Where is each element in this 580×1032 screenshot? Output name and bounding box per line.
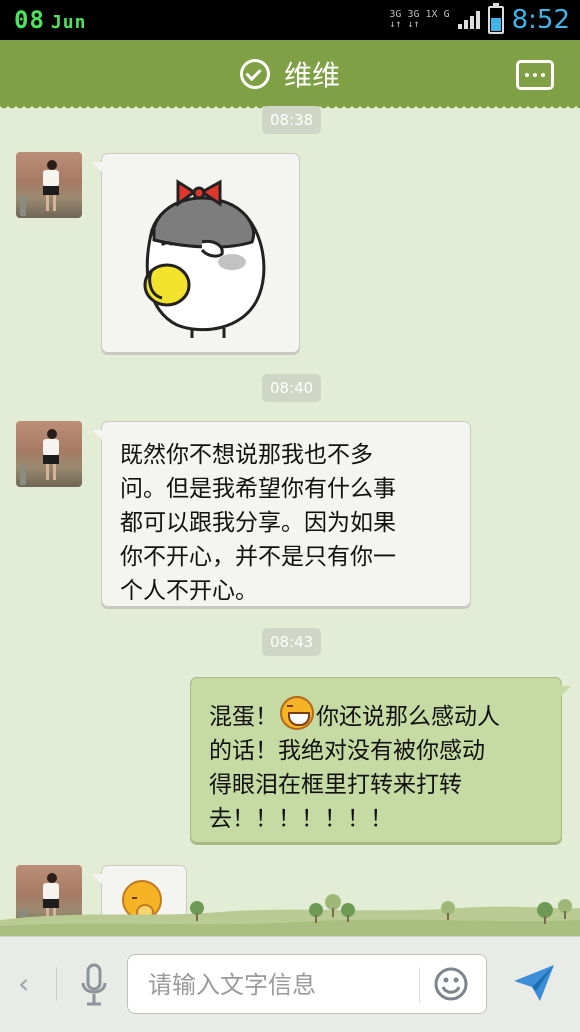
message-text: 既然你不想说那我也不多 问。但是我希望你有什么事 都可以跟我分享。因为如果 你不…: [120, 438, 452, 608]
network-type-icon: 3G 3G 1X G ↓↑ ↓↑: [389, 9, 450, 30]
message-bubble-text[interactable]: 既然你不想说那我也不多 问。但是我希望你有什么事 都可以跟我分享。因为如果 你不…: [92, 421, 471, 608]
contact-avatar[interactable]: [16, 421, 82, 487]
message-line: 都可以跟我分享。因为如果: [120, 510, 396, 536]
send-icon[interactable]: [510, 961, 558, 1005]
status-month: Jun: [50, 12, 87, 33]
message-line: 去！！！！！！！: [209, 806, 393, 832]
message-line: 既然你不想说那我也不多: [120, 442, 373, 468]
landscape-decoration: [0, 894, 580, 938]
message-line: 你还说那么感动人: [316, 704, 500, 730]
grinning-face-icon: [280, 696, 314, 730]
more-dots-icon: [541, 73, 545, 77]
battery-icon: [487, 3, 504, 34]
divider: [56, 967, 57, 1001]
chat-header: 维维: [0, 40, 580, 110]
microphone-icon[interactable]: [80, 963, 108, 1007]
more-dots-icon: [525, 73, 529, 77]
message-line: 问。但是我希望你有什么事: [120, 476, 396, 502]
status-date: 08 Jun: [14, 6, 86, 34]
network-label: G: [443, 9, 450, 20]
message-line: 的话！我绝对没有被你感动: [209, 738, 485, 764]
chick-sticker-icon: [143, 179, 266, 338]
status-indicators: 3G 3G 1X G ↓↑ ↓↑ 8:52: [389, 3, 570, 36]
message-input[interactable]: [146, 967, 410, 1003]
signal-icon: [457, 11, 480, 29]
message-line: 个人不开心。: [120, 578, 258, 604]
timestamp: 08:43: [262, 628, 322, 656]
timestamp: 08:38: [262, 106, 322, 134]
message-bubble-outgoing[interactable]: 混蛋！ 你还说那么感动人 的话！我绝对没有被你感动 得眼泪在框里打转来打转 去！！…: [190, 677, 571, 843]
status-bar: 08 Jun 3G 3G 1X G ↓↑ ↓↑ 8:52: [0, 0, 580, 40]
contact-avatar[interactable]: [16, 152, 82, 218]
divider: [419, 967, 420, 1003]
message-line: 混蛋！: [209, 704, 278, 730]
more-options-button[interactable]: [516, 60, 554, 90]
message-line: 得眼泪在框里打转来打转: [209, 772, 462, 798]
message-input-box: [127, 954, 487, 1014]
status-time: 8:52: [511, 5, 570, 35]
more-dots-icon: [533, 73, 537, 77]
chat-title-wrap: 维维: [0, 54, 580, 94]
chat-title: 维维: [283, 59, 340, 92]
message-bubble-sticker[interactable]: [92, 153, 300, 353]
status-day: 08: [14, 6, 45, 34]
chevron-left-icon[interactable]: ‹: [18, 967, 29, 1000]
message-text: 混蛋！ 你还说那么感动人 的话！我绝对没有被你感动 得眼泪在框里打转来打转 去！！…: [209, 696, 543, 836]
check-circle-icon: [239, 59, 270, 89]
smiley-icon[interactable]: [434, 967, 468, 1001]
input-bar: ‹: [0, 936, 580, 1032]
timestamp: 08:40: [262, 374, 322, 402]
message-line: 你不开心，并不是只有你一: [120, 544, 396, 570]
